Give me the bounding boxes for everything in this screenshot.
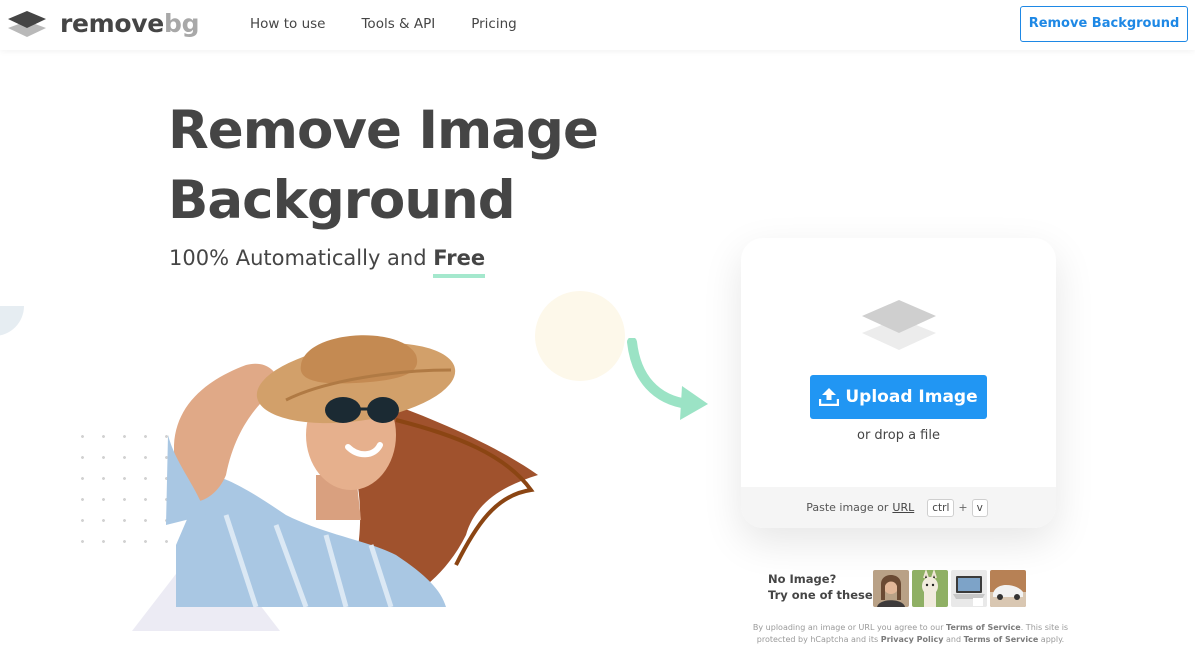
terms-of-service-link-2[interactable]: Terms of Service bbox=[964, 635, 1039, 644]
paste-bar: Paste image or URL ctrl + v bbox=[741, 487, 1056, 528]
hero-woman-photo bbox=[166, 335, 538, 607]
llama-sample-icon bbox=[912, 570, 948, 607]
upload-card[interactable]: Upload Image or drop a file Paste image … bbox=[741, 238, 1056, 528]
sample-laptop-thumb[interactable] bbox=[951, 570, 987, 607]
nav-tools-api[interactable]: Tools & API bbox=[361, 15, 435, 33]
decorative-quarter-circle bbox=[0, 306, 24, 336]
key-v: v bbox=[971, 498, 988, 517]
hero-subtitle-free: Free bbox=[433, 246, 486, 278]
samples-label: No Image? Try one of these: bbox=[768, 571, 877, 603]
legal-text-3: and bbox=[945, 635, 962, 644]
hero-title-line2: Background bbox=[168, 170, 516, 231]
logo[interactable]: removebg bbox=[8, 9, 199, 39]
samples-line2: Try one of these: bbox=[768, 588, 878, 602]
sample-thumbnails bbox=[873, 570, 1029, 607]
upload-button-label: Upload Image bbox=[845, 387, 978, 407]
key-ctrl: ctrl bbox=[927, 498, 955, 517]
terms-of-service-link[interactable]: Terms of Service bbox=[946, 623, 1021, 632]
url-link[interactable]: URL bbox=[892, 501, 914, 514]
logo-layers-icon bbox=[8, 11, 46, 37]
paste-text: Paste image or bbox=[806, 501, 889, 514]
key-plus: + bbox=[958, 501, 968, 514]
samples-line1: No Image? bbox=[768, 572, 837, 586]
sample-llama-thumb[interactable] bbox=[912, 570, 948, 607]
car-sample-icon bbox=[990, 570, 1026, 607]
main-nav: How to use Tools & API Pricing bbox=[250, 15, 553, 33]
legal-notice: By uploading an image or URL you agree t… bbox=[748, 622, 1073, 646]
legal-text-4: apply. bbox=[1040, 635, 1065, 644]
hero-subtitle: 100% Automatically and Free bbox=[169, 244, 486, 278]
curved-arrow-icon bbox=[627, 338, 708, 420]
decorative-circle bbox=[535, 291, 625, 381]
hero-title: Remove Image Background bbox=[168, 96, 688, 236]
logo-text: removebg bbox=[60, 9, 199, 39]
laptop-sample-icon bbox=[951, 570, 987, 607]
drop-file-text: or drop a file bbox=[857, 428, 940, 443]
layers-icon bbox=[862, 300, 936, 350]
legal-text-1: By uploading an image or URL you agree t… bbox=[752, 623, 944, 632]
sample-car-thumb[interactable] bbox=[990, 570, 1026, 607]
nav-pricing[interactable]: Pricing bbox=[471, 15, 517, 33]
nav-how-to-use[interactable]: How to use bbox=[250, 15, 325, 33]
hero-subtitle-text: 100% Automatically and bbox=[169, 246, 427, 270]
upload-image-button[interactable]: Upload Image bbox=[810, 375, 987, 419]
privacy-policy-link[interactable]: Privacy Policy bbox=[881, 635, 944, 644]
woman-sample-icon bbox=[873, 570, 909, 607]
upload-icon bbox=[819, 388, 840, 406]
logo-text-remove: remove bbox=[60, 9, 164, 38]
remove-background-button[interactable]: Remove Background bbox=[1020, 6, 1188, 42]
hero-title-line1: Remove Image bbox=[168, 100, 599, 161]
logo-text-bg: bg bbox=[163, 9, 200, 38]
sample-woman-thumb[interactable] bbox=[873, 570, 909, 607]
top-navbar: removebg How to use Tools & API Pricing … bbox=[0, 0, 1195, 50]
